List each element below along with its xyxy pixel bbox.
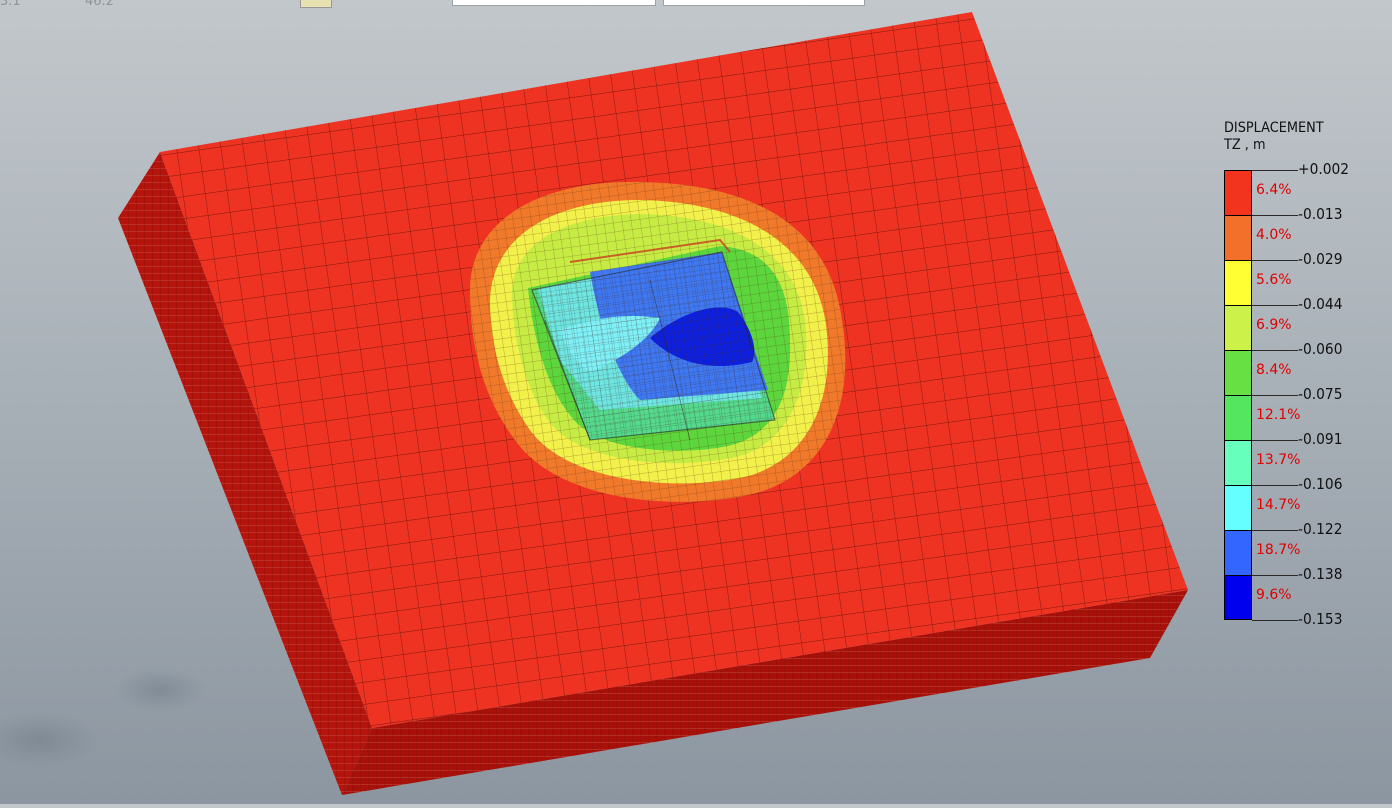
legend-band-percent: 14.7% [1256, 497, 1301, 513]
legend-title: DISPLACEMENT TZ , m [1224, 120, 1324, 154]
legend-band-percent: 13.7% [1256, 452, 1301, 468]
legend-tick [1252, 440, 1298, 441]
legend-value-label: -0.106 [1298, 475, 1343, 493]
displacement-legend: DISPLACEMENT TZ , m 6.4% 4.0% 5.6% 6.9% 8.4%… [1222, 118, 1382, 638]
legend-subtitle: TZ , m [1224, 137, 1266, 153]
legend-tick [1252, 260, 1298, 261]
legend-value-label: -0.044 [1298, 295, 1343, 313]
legend-band-percent: 9.6% [1256, 587, 1292, 603]
model-viewport[interactable] [0, 0, 1392, 804]
legend-band-6 [1224, 440, 1252, 485]
legend-band-percent: 5.6% [1256, 272, 1292, 288]
legend-value-label: -0.138 [1298, 565, 1343, 583]
toolbar-color-button[interactable] [300, 0, 332, 8]
legend-value-label: -0.091 [1298, 430, 1343, 448]
legend-band-3 [1224, 305, 1252, 350]
legend-value-label: -0.029 [1298, 250, 1343, 268]
legend-tick [1252, 395, 1298, 396]
legend-band-8 [1224, 530, 1252, 575]
legend-band-percent: 12.1% [1256, 407, 1301, 423]
legend-band-7 [1224, 485, 1252, 530]
legend-band-percent: 6.9% [1256, 317, 1292, 333]
legend-band-1 [1224, 215, 1252, 260]
toolbar-readout-left: 3.1 [0, 0, 21, 9]
fe-mesh-model [0, 12, 1188, 795]
legend-tick [1252, 215, 1298, 216]
legend-tick [1252, 305, 1298, 306]
legend-band-0 [1224, 170, 1252, 215]
legend-tick [1252, 575, 1298, 576]
legend-value-label: -0.153 [1298, 610, 1343, 628]
legend-tick [1252, 620, 1298, 621]
legend-band-2 [1224, 260, 1252, 305]
legend-band-percent: 4.0% [1256, 227, 1292, 243]
legend-band-percent: 6.4% [1256, 182, 1292, 198]
legend-value-label: -0.075 [1298, 385, 1343, 403]
legend-value-label: -0.060 [1298, 340, 1343, 358]
legend-band-percent: 8.4% [1256, 362, 1292, 378]
toolbar-combo-1[interactable] [452, 0, 656, 6]
toolbar-combo-2[interactable] [663, 0, 865, 6]
legend-band-5 [1224, 395, 1252, 440]
legend-tick [1252, 485, 1298, 486]
toolbar-readout-right: 46.2 [85, 0, 114, 9]
legend-tick [1252, 530, 1298, 531]
legend-value-label: -0.013 [1298, 205, 1343, 223]
legend-value-label: -0.122 [1298, 520, 1343, 538]
top-toolbar: 3.1 46.2 [0, 0, 1392, 10]
legend-title-text: DISPLACEMENT [1224, 120, 1324, 136]
legend-tick [1252, 170, 1298, 171]
legend-value-label: +0.002 [1298, 160, 1350, 178]
legend-band-percent: 18.7% [1256, 542, 1301, 558]
legend-tick [1252, 350, 1298, 351]
legend-band-4 [1224, 350, 1252, 395]
legend-band-9 [1224, 575, 1252, 620]
